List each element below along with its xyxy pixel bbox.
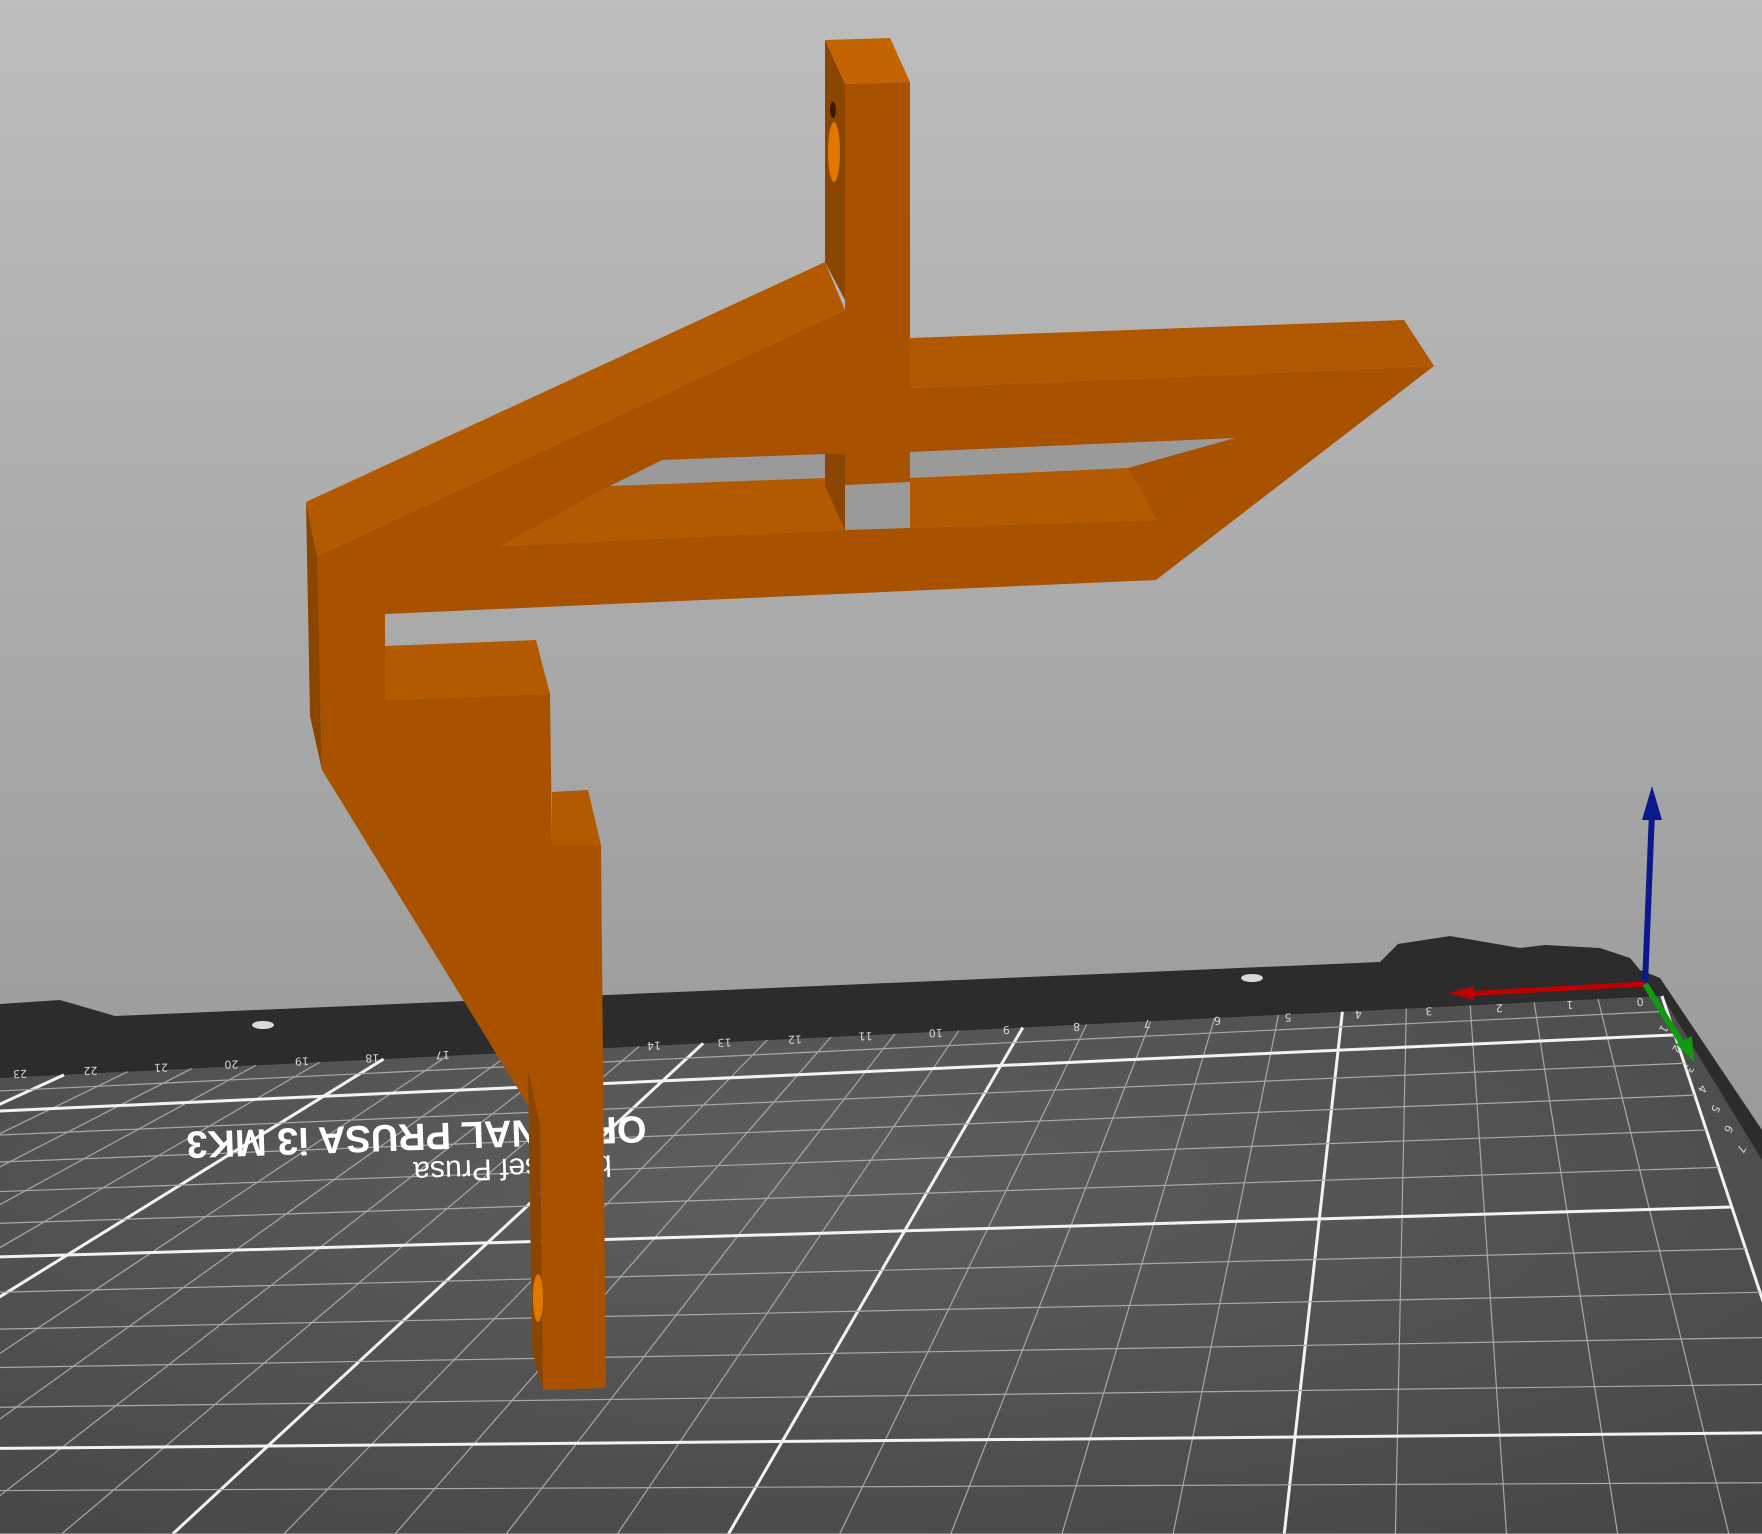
bed-ruler-label: 0	[1636, 995, 1643, 1008]
bed-ruler-label: 22	[83, 1064, 97, 1077]
bed-ruler-label: 11	[858, 1029, 872, 1042]
bed-mount-hole	[252, 1021, 274, 1029]
bed-ruler-label: 10	[929, 1026, 943, 1039]
3d-viewport[interactable]: ORIGINAL PRUSA i3 MK3 by Josef Prusa 23 2…	[0, 0, 1762, 1534]
bed-ruler-label: 13	[717, 1035, 731, 1048]
model-face	[385, 640, 550, 700]
bed-ruler-label: 7	[1143, 1017, 1150, 1030]
bed-ruler-label: 21	[154, 1060, 168, 1073]
model-screw-hole	[830, 102, 836, 118]
3d-scene[interactable]: ORIGINAL PRUSA i3 MK3 by Josef Prusa 23 2…	[0, 0, 1762, 1534]
bed-ruler-label: 1	[1566, 998, 1573, 1011]
bed-ruler-label: 8	[1073, 1020, 1080, 1033]
bed-ruler-label: 9	[1002, 1023, 1009, 1036]
print-bed[interactable]: ORIGINAL PRUSA i3 MK3 by Josef Prusa 23 2…	[0, 936, 1762, 1534]
bed-ruler-label: 2	[1496, 1001, 1503, 1014]
bed-ruler-label: 6	[1214, 1014, 1221, 1027]
bed-ruler-label: 23	[13, 1067, 27, 1080]
bed-ruler-label: 14	[647, 1039, 661, 1052]
model-screw-hole	[533, 1274, 543, 1322]
bed-ruler-label: 19	[295, 1054, 309, 1067]
bed-ruler-label: 18	[365, 1051, 379, 1064]
model-screw-hole	[828, 122, 840, 182]
bed-ruler-label: 4	[1355, 1007, 1362, 1020]
bed-mount-hole	[1241, 974, 1263, 982]
bed-ruler-label: 3	[1425, 1004, 1432, 1017]
bed-ruler-label: 20	[224, 1057, 238, 1070]
bed-ruler-label: 17	[436, 1048, 450, 1061]
model-face	[910, 468, 1156, 528]
bed-ruler-label: 5	[1284, 1011, 1291, 1024]
bed-ruler-label: 12	[788, 1032, 802, 1045]
bed-surface	[0, 996, 1762, 1534]
